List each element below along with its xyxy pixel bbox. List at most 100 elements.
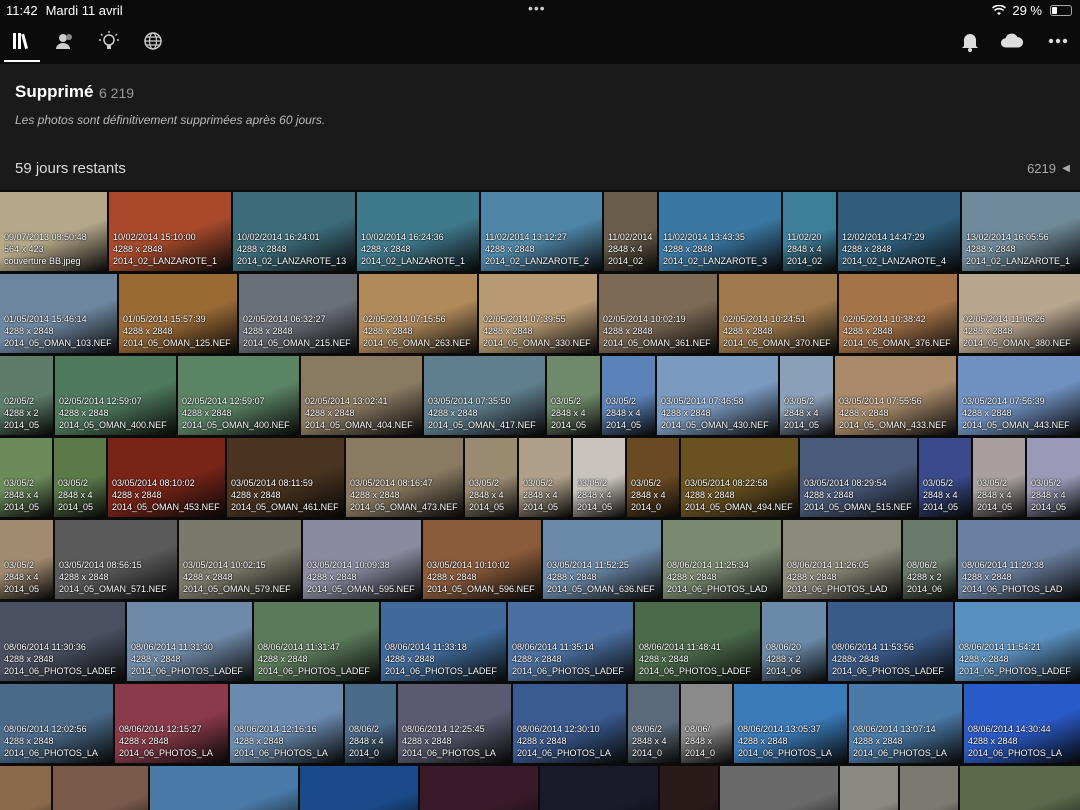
photo-thumbnail[interactable]: 03/05/2 2848 x 4 2014_05 [0, 520, 53, 599]
photo-thumbnail[interactable]: 08/06/2014 11:53:56 4288x 2848 2014_06_PHO… [828, 602, 953, 681]
photo-metadata: 08/06/2014 13:05:37 4288 x 2848 2014_06_PH… [738, 723, 845, 759]
photo-thumbnail[interactable]: 13/02/2014 16:05:56 4288 x 2848 2014_02_LA… [962, 192, 1080, 271]
photo-thumbnail[interactable]: 01/05/2014 15:57:39 4288 x 2848 2014_05_OM… [119, 274, 237, 353]
photo-thumbnail[interactable]: 08/06/20 4288 x 2 2014_06 [762, 602, 826, 681]
photo-thumbnail[interactable]: 11/02/2014 13:43:35 4288 x 2848 2014_02_LA… [659, 192, 781, 271]
photo-thumbnail[interactable]: 08/06/2014 11:48:41 4288 x 2848 2014_06_PH… [635, 602, 760, 681]
photo-thumbnail[interactable]: 08/06/2014 11:33:18 4288 x 2848 2014_06_PH… [381, 602, 506, 681]
bell-icon[interactable] [958, 29, 982, 53]
photo-thumbnail[interactable]: 08/06/2014 12:15:27 4288 x 2848 2014_06_PH… [115, 684, 228, 763]
photo-thumbnail[interactable]: 12/02/2014 14:47:29 4288 x 2848 2014_02_LA… [838, 192, 960, 271]
photo-thumbnail[interactable]: 21/06/2014 16:03:57 [53, 766, 148, 810]
photo-thumbnail[interactable]: 11/02/2014 2848 x 4 2014_02 [604, 192, 657, 271]
photo-thumbnail[interactable]: 08/06/2014 12:02:56 4288 x 2848 2014_06_PH… [0, 684, 113, 763]
lightbulb-icon[interactable] [97, 29, 121, 53]
photo-thumbnail[interactable]: 23/08/2014 21:02:00 [300, 766, 418, 810]
globe-icon[interactable] [141, 29, 165, 53]
photo-thumbnail[interactable]: 08/06/2014 11:30:36 4288 x 2848 2014_06_PH… [0, 602, 125, 681]
photo-thumbnail[interactable]: 13/09/2014 12:02:12 [720, 766, 838, 810]
photo-thumbnail[interactable]: 03/05/2 2848 x 4 2014_05 [780, 356, 833, 435]
photo-thumbnail[interactable]: 13/09/ [900, 766, 958, 810]
more-icon[interactable] [1046, 29, 1070, 53]
photo-thumbnail[interactable]: 03/05/2 2848 x 4 2014_05 [573, 438, 625, 517]
photo-thumbnail[interactable]: 02/05/2014 10:38:42 4288 x 2848 2014_05_OM… [839, 274, 957, 353]
photo-thumbnail[interactable]: 02/05/2014 11:06:26 4288 x 2848 2014_05_OM… [959, 274, 1080, 353]
photo-thumbnail[interactable]: 02/05/2014 12:59:07 4288 x 2848 2014_05_OM… [55, 356, 176, 435]
photo-thumbnail[interactable]: 10/02/2014 16:24:01 4288 x 2848 2014_02_LA… [233, 192, 355, 271]
photo-thumbnail[interactable]: 03/05/2014 08:11:59 4288 x 2848 2014_05_OM… [227, 438, 344, 517]
photo-thumbnail[interactable]: 08/06/2 2848 x 4 2014_0 [628, 684, 679, 763]
library-icon[interactable] [10, 29, 34, 53]
photo-thumbnail[interactable]: 03/05/2014 10:02:15 4288 x 2848 2014_05_OM… [179, 520, 301, 599]
photo-thumbnail[interactable]: 03/05/2 2848 x 4 2014_05 [465, 438, 517, 517]
photo-thumbnail[interactable]: 08/06/2014 13:05:37 4288 x 2848 2014_06_PH… [734, 684, 847, 763]
photo-thumbnail[interactable]: 11/02/2014 13:12:27 4288 x 2848 2014_02_LA… [481, 192, 602, 271]
photo-thumbnail[interactable]: 03/05/2014 08:16:47 4288 x 2848 2014_05_OM… [346, 438, 463, 517]
photo-thumbnail[interactable]: 23/08/2014 22:46:01 [420, 766, 538, 810]
photo-thumbnail[interactable]: 03/05/2014 10:10:02 4288 x 2848 2014_05_OM… [423, 520, 541, 599]
photo-thumbnail[interactable]: 03/05/2014 11:52:25 4288 x 2848 2014_05_OM… [543, 520, 661, 599]
photo-thumbnail[interactable]: 03/05/2 2848 x 4 2014_05 [519, 438, 571, 517]
multitasking-dots-icon[interactable]: ••• [528, 0, 546, 16]
photo-metadata: 03/05/2 2848 x 4 2014_05 [977, 477, 1023, 513]
photo-thumbnail[interactable]: 08/06/2014 13:07:14 4288 x 2848 2014_06_PH… [849, 684, 962, 763]
photo-thumbnail[interactable]: 03/05/2014 10:09:38 4288 x 2848 2014_05_OM… [303, 520, 421, 599]
photo-filename: 2014_05_OMAN_263.NEF [363, 338, 471, 348]
photo-thumbnail[interactable]: 23/08/2014 22:56:55 [540, 766, 658, 810]
photo-filename: 2014_05_OMAN_515.NEF [804, 502, 912, 512]
photo-thumbnail[interactable]: 03/05/2014 07:56:39 4288 x 2848 2014_05_OM… [958, 356, 1080, 435]
photo-thumbnail[interactable]: 10/02/2014 16:24:36 4288 x 2848 2014_02_LA… [357, 192, 479, 271]
photo-thumbnail[interactable]: 08/06/2014 11:31:30 4288 x 2848 2014_06_PH… [127, 602, 252, 681]
photo-thumbnail[interactable]: 02/05/2014 12:59:07 4288 x 2848 2014_05_OM… [178, 356, 299, 435]
photo-thumbnail[interactable]: 03/05/2014 08:22:58 4288 x 2848 2014_05_OM… [681, 438, 798, 517]
photo-thumbnail[interactable]: 03/05/2 2848 x 4 2014_0 [627, 438, 679, 517]
photo-thumbnail[interactable]: 08/06/2014 11:29:38 4288 x 2848 2014_06_PH… [958, 520, 1080, 599]
photo-thumbnail[interactable]: 02/05/2014 10:02:19 4288 x 2848 2014_05_OM… [599, 274, 717, 353]
photo-thumbnail[interactable]: 13/09/ [840, 766, 898, 810]
photo-thumbnail[interactable]: 02/05/2 4288 x 2 2014_05 [0, 356, 53, 435]
photo-thumbnail[interactable]: 08/06/2014 12:16:16 4288 x 2848 2014_06_PH… [230, 684, 343, 763]
photo-thumbnail[interactable]: 08/06/2 [0, 766, 51, 810]
photo-thumbnail[interactable]: 08/06/2014 12:25:45 4288 x 2848 2014_06_PH… [398, 684, 511, 763]
photo-thumbnail[interactable]: 23/08/2014 17:49:39 [150, 766, 298, 810]
photo-thumbnail[interactable] [660, 766, 718, 810]
photo-thumbnail[interactable]: 03/05/2014 07:55:56 4288 x 2848 2014_05_OM… [835, 356, 956, 435]
photo-thumbnail[interactable]: 02/05/2014 07:15:56 4288 x 2848 2014_05_OM… [359, 274, 477, 353]
photo-thumbnail[interactable]: 03/05/2 2848 x 4 2014_05 [1027, 438, 1080, 517]
photo-thumbnail[interactable]: 13/09/2014 12:03:59 [960, 766, 1080, 810]
photo-thumbnail[interactable]: 03/05/2 2848 x 4 2014_05 [973, 438, 1025, 517]
photo-thumbnail[interactable]: 03/05/2014 08:56:15 4288 x 2848 2014_05_OM… [55, 520, 177, 599]
cloud-icon[interactable] [1000, 29, 1024, 53]
photo-thumbnail[interactable]: 08/06/2 4288 x 2 2014_06 [903, 520, 956, 599]
photo-thumbnail[interactable]: 08/06/2014 11:54:21 4288 x 2848 2014_06_PH… [955, 602, 1080, 681]
photo-thumbnail[interactable]: 02/05/2014 10:24:51 4288 x 2848 2014_05_OM… [719, 274, 837, 353]
photo-thumbnail[interactable]: 03/05/2 2848 x 4 2014_05 [602, 356, 655, 435]
photo-thumbnail[interactable]: 08/06/2014 11:26:05 4288 x 2848 2014_06_PH… [783, 520, 901, 599]
photo-thumbnail[interactable]: 09/07/2013 08:50:48 564 x 423 couverture B… [0, 192, 107, 271]
photo-thumbnail[interactable]: 08/06/2014 12:30:10 4288 x 2848 2014_06_PH… [513, 684, 626, 763]
photo-thumbnail[interactable]: 02/05/2014 07:39:55 4288 x 2848 2014_05_OM… [479, 274, 597, 353]
photo-thumbnail[interactable]: 08/06/2014 14:30:44 4288 x 2848 2014_06_PH… [964, 684, 1080, 763]
photo-date: 03/05/2 [923, 478, 954, 488]
photo-thumbnail[interactable]: 08/06/2 2848 x 4 2014_0 [345, 684, 396, 763]
photo-thumbnail[interactable]: 02/05/2014 13:02:41 4288 x 2848 2014_05_OM… [301, 356, 422, 435]
photo-thumbnail[interactable]: 08/06/2014 11:25:34 4288 x 2848 2014_06_PH… [663, 520, 781, 599]
photo-thumbnail[interactable]: 11/02/20 2848 x 4 2014_02 [783, 192, 836, 271]
photo-thumbnail[interactable]: 08/06/2014 11:35:14 4288 x 2848 2014_06_PH… [508, 602, 633, 681]
photo-thumbnail[interactable]: 03/05/2 2848 x 4 2014_05 [919, 438, 971, 517]
chevron-left-icon[interactable]: ◀ [1062, 163, 1070, 174]
photo-thumbnail[interactable]: 03/05/2014 07:35:50 4288 x 2848 2014_05_OM… [424, 356, 545, 435]
people-icon[interactable] [53, 29, 77, 53]
photo-thumbnail[interactable]: 08/06/2014 11:31:47 4288 x 2848 2014_06_PH… [254, 602, 379, 681]
photo-thumbnail[interactable]: 03/05/2 2848 x 4 2014_05 [547, 356, 600, 435]
photo-thumbnail[interactable]: 03/05/2 2848 x 4 2014_05 [0, 438, 52, 517]
photo-thumbnail[interactable]: 03/05/2014 08:10:02 4288 x 2848 2014_05_OM… [108, 438, 225, 517]
photo-metadata: 08/06/2014 11:26:05 4288 x 2848 2014_06_PH… [787, 559, 899, 595]
photo-thumbnail[interactable]: 03/05/2014 08:29:54 4288 x 2848 2014_05_OM… [800, 438, 917, 517]
photo-thumbnail[interactable]: 03/05/2 2848 x 4 2014_05 [54, 438, 106, 517]
photo-thumbnail[interactable]: 01/05/2014 15:46:14 4288 x 2848 2014_05_OM… [0, 274, 117, 353]
photo-thumbnail[interactable]: 03/05/2014 07:46:58 4288 x 2848 2014_05_OM… [657, 356, 778, 435]
photo-thumbnail[interactable]: 08/06/2848 x 2014_0 [681, 684, 732, 763]
photo-thumbnail[interactable]: 10/02/2014 15:10:00 4288 x 2848 2014_02_LA… [109, 192, 231, 271]
photo-thumbnail[interactable]: 02/05/2014 06:32:27 4288 x 2848 2014_05_OM… [239, 274, 357, 353]
